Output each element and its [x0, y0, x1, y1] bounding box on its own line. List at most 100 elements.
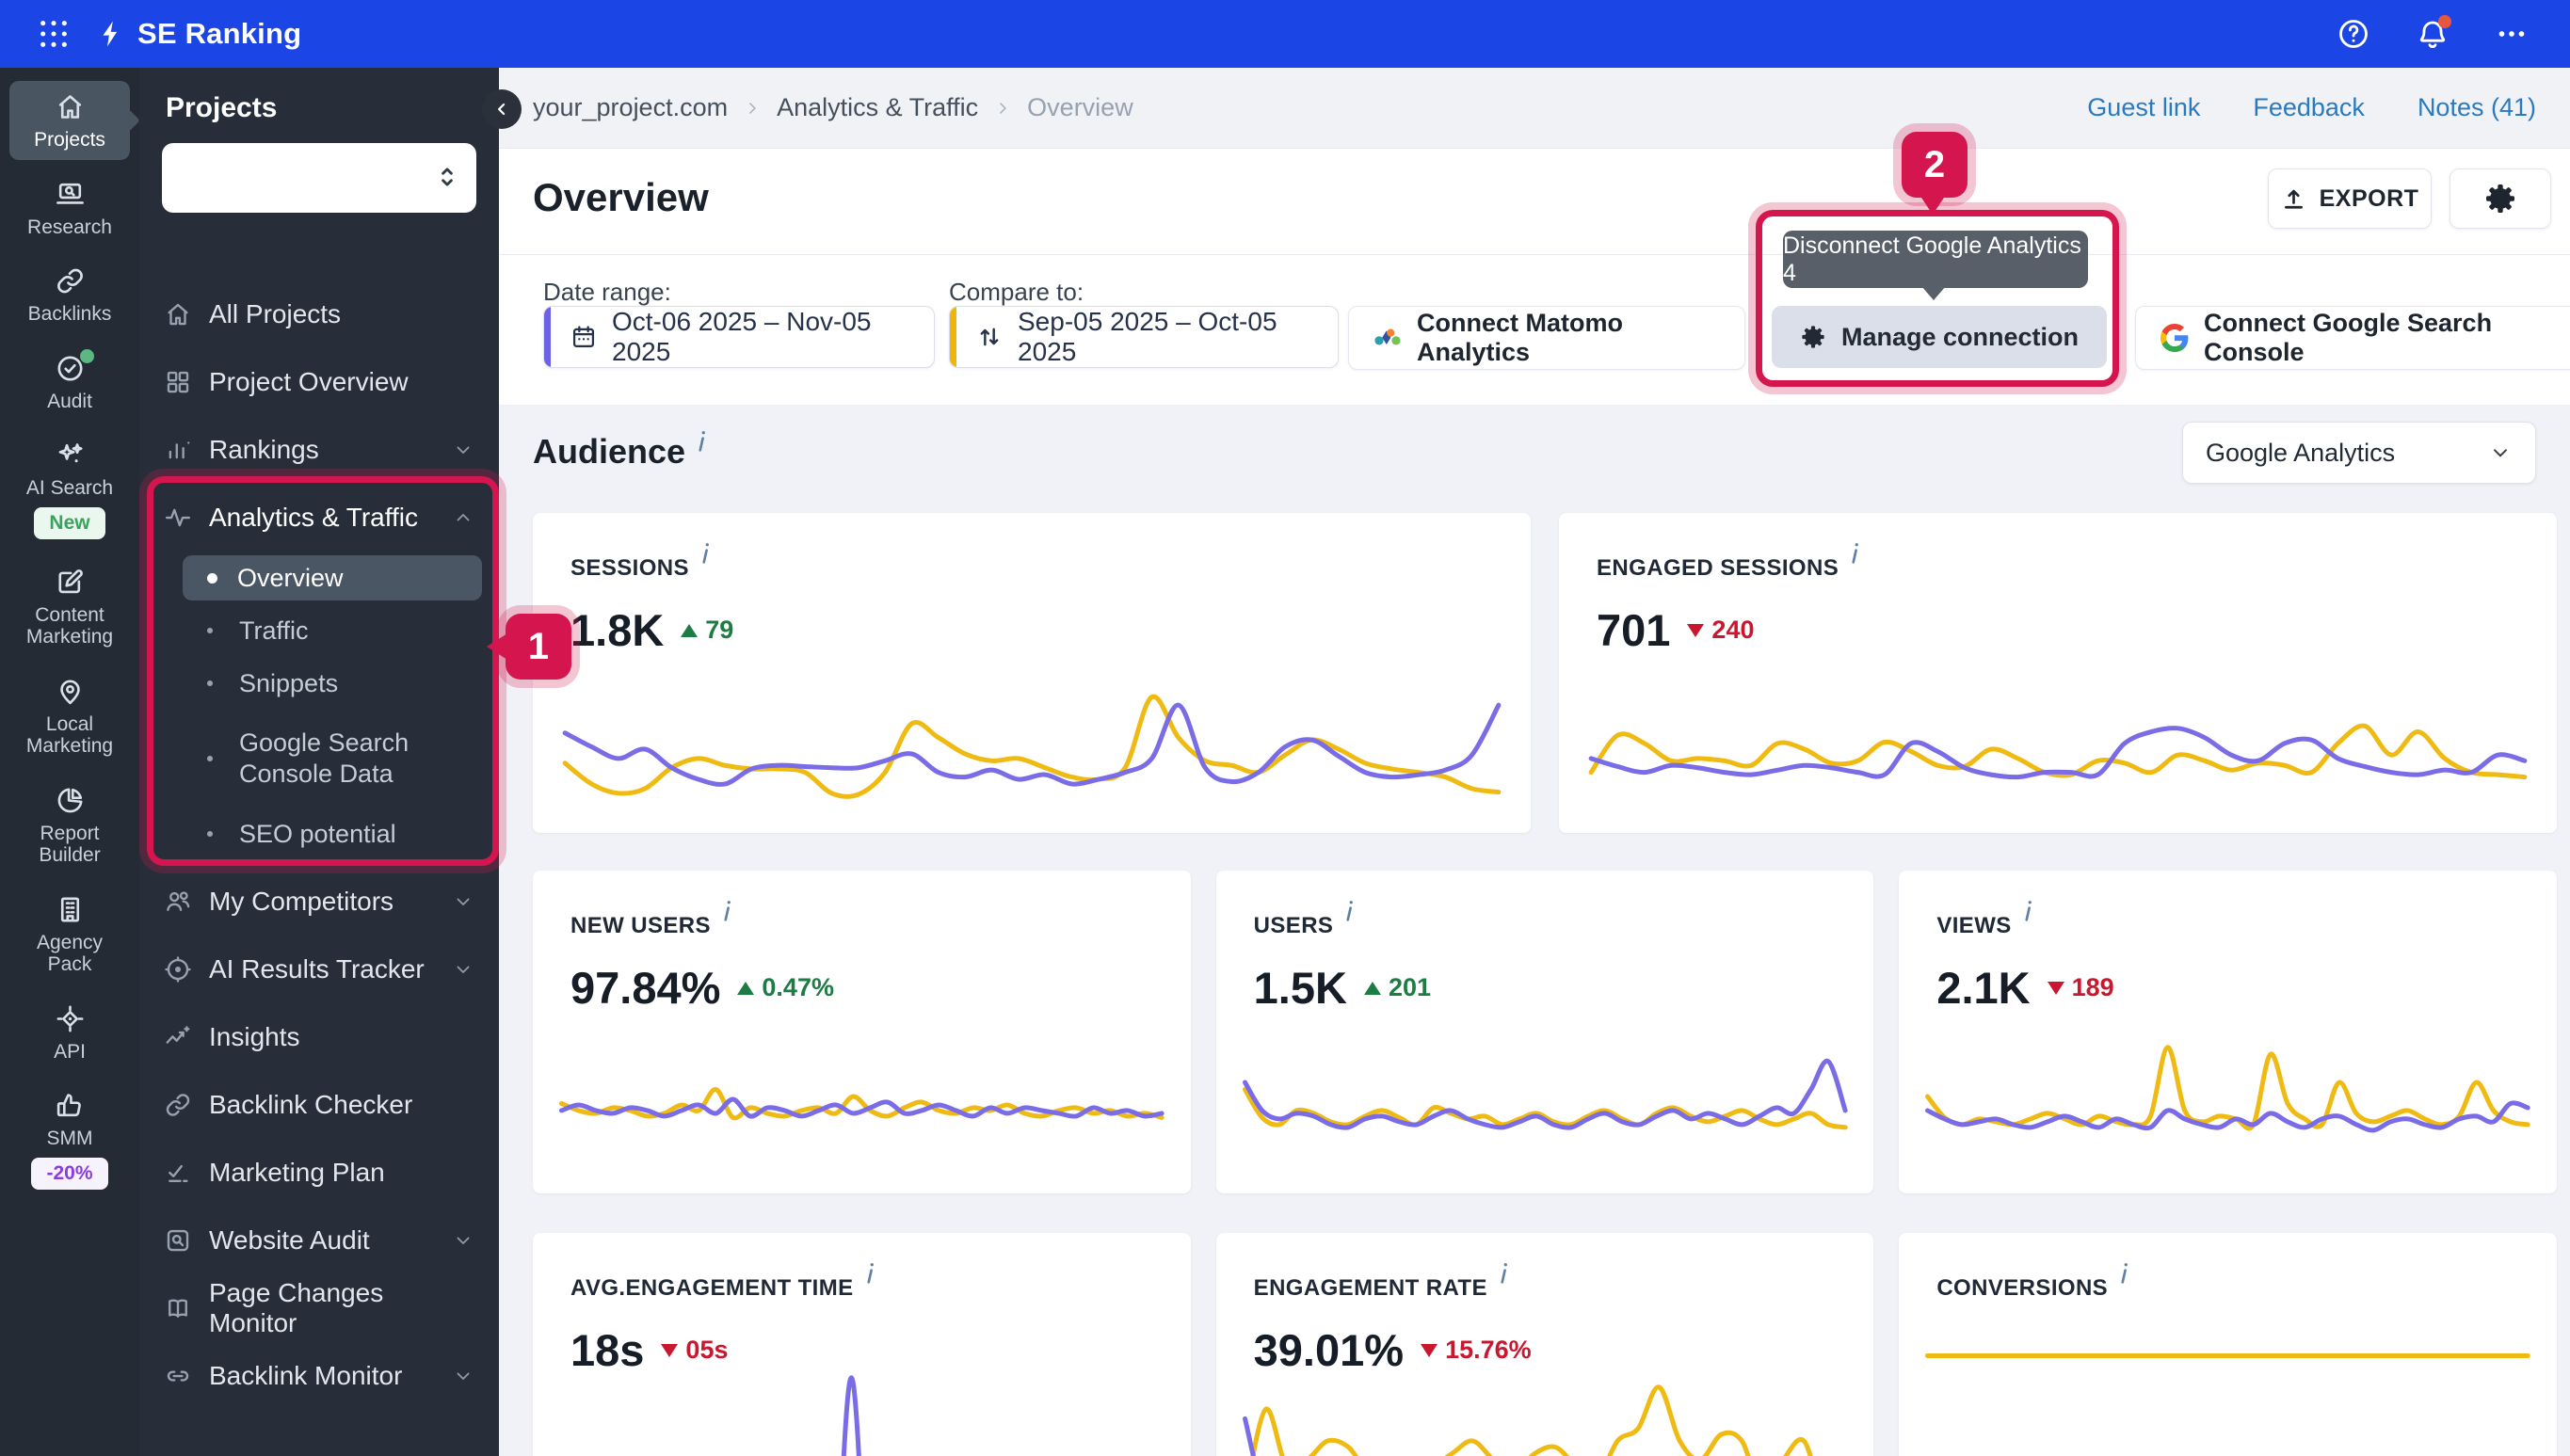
- help-icon[interactable]: [2337, 17, 2370, 51]
- notes-link[interactable]: Notes (41): [2417, 93, 2536, 122]
- rail-item-report-builder[interactable]: Report Builder: [9, 775, 130, 875]
- metric-card-engagement-rate: ENGAGEMENT RATE 39.01% 15.76%: [1215, 1233, 1874, 1456]
- manage-connection-button[interactable]: Manage connection: [1772, 306, 2107, 368]
- metrics-row-1: SESSIONS 1.8K 79 ENGAGED SESSIONS 701 24…: [533, 513, 2557, 833]
- submenu-item-seo-potential[interactable]: SEO potential: [139, 808, 499, 860]
- sidebar-item-ai-results-tracker[interactable]: AI Results Tracker: [139, 936, 499, 1003]
- rail-item-smm[interactable]: SMM -20%: [9, 1080, 130, 1198]
- metric-label: ENGAGED SESSIONS: [1597, 541, 2519, 582]
- gear-icon: [1800, 324, 1826, 350]
- metric-delta: 201: [1363, 973, 1431, 1002]
- sidebar-item-backlink-checker[interactable]: Backlink Checker: [139, 1071, 499, 1139]
- bullet-icon: [207, 831, 213, 837]
- info-icon[interactable]: [2119, 1261, 2129, 1286]
- more-menu-icon[interactable]: [2495, 17, 2529, 51]
- sidebar-collapse-button[interactable]: [482, 89, 522, 129]
- submenu-item-gsc-data[interactable]: Google Search Console Data: [139, 710, 499, 808]
- rail-item-local-marketing[interactable]: Local Marketing: [9, 665, 130, 766]
- settings-button[interactable]: [2450, 168, 2551, 229]
- rail-item-research[interactable]: Research: [9, 168, 130, 248]
- metric-card-conversions: CONVERSIONS: [1899, 1233, 2557, 1456]
- submenu-item-snippets[interactable]: Snippets: [139, 657, 499, 710]
- sidebar-item-website-audit[interactable]: Website Audit: [139, 1207, 499, 1274]
- sidebar-item-marketing-plan[interactable]: Marketing Plan: [139, 1139, 499, 1207]
- compare-value: Sep-05 2025 – Oct-05 2025: [1018, 307, 1277, 366]
- metric-card-users: USERS 1.5K 201: [1215, 871, 1874, 1193]
- upload-icon: [2281, 186, 2306, 212]
- metric-label: CONVERSIONS: [1936, 1261, 2519, 1302]
- calendar-icon: [570, 324, 597, 350]
- info-icon[interactable]: [1499, 1261, 1509, 1286]
- top-bar: SE Ranking: [0, 0, 2570, 68]
- delta-triangle-icon: [1363, 981, 1381, 995]
- notifications-bell-icon[interactable]: [2416, 15, 2451, 51]
- brand[interactable]: SE Ranking: [96, 17, 301, 51]
- info-icon[interactable]: [1850, 541, 1860, 566]
- connect-gsc-label: Connect Google Search Console: [2204, 309, 2493, 366]
- info-icon[interactable]: [865, 1261, 875, 1286]
- compare-picker[interactable]: Sep-05 2025 – Oct-05 2025: [949, 306, 1339, 368]
- project-selector[interactable]: [162, 143, 476, 213]
- metric-label: SESSIONS: [570, 541, 1493, 582]
- sidebar-item-all-projects[interactable]: All Projects: [139, 280, 499, 348]
- chevron-up-icon: [452, 506, 474, 529]
- rail-item-backlinks[interactable]: Backlinks: [9, 255, 130, 334]
- connect-gsc-button[interactable]: Connect Google Search Console: [2135, 306, 2570, 370]
- sidebar-item-analytics-traffic[interactable]: Analytics & Traffic: [139, 484, 499, 552]
- guest-link[interactable]: Guest link: [2087, 93, 2200, 122]
- info-icon[interactable]: [722, 899, 732, 923]
- rail-item-api[interactable]: API: [9, 993, 130, 1072]
- rail-item-projects[interactable]: Projects: [9, 81, 130, 160]
- rail-item-ai-search[interactable]: AI Search New: [9, 429, 130, 548]
- breadcrumb-project[interactable]: your_project.com: [533, 93, 728, 122]
- info-icon[interactable]: [1344, 899, 1355, 923]
- breadcrumb-bar: your_project.com Analytics & Traffic Ove…: [499, 68, 2570, 149]
- submenu-item-traffic[interactable]: Traffic: [139, 604, 499, 657]
- sidebar-item-label: Backlink Checker: [209, 1090, 413, 1119]
- home-icon: [164, 300, 192, 328]
- rail-label: Local Marketing: [25, 712, 114, 758]
- export-button[interactable]: EXPORT: [2268, 168, 2432, 229]
- analytics-submenu: Overview Traffic Snippets Google Search …: [139, 555, 499, 868]
- search-square-icon: [164, 1226, 192, 1255]
- info-icon[interactable]: [700, 541, 711, 566]
- info-icon[interactable]: [2023, 899, 2033, 923]
- submenu-label: SEO potential: [239, 819, 396, 848]
- book-icon: [164, 1294, 192, 1322]
- date-range-value: Oct-06 2025 – Nov-05 2025: [612, 307, 872, 366]
- date-range-picker[interactable]: Oct-06 2025 – Nov-05 2025: [543, 306, 935, 368]
- metric-card-views: VIEWS 2.1K 189: [1899, 871, 2557, 1193]
- delta-triangle-icon: [1421, 1343, 1438, 1357]
- accent-bar: [544, 307, 551, 367]
- analytics-source-select[interactable]: Google Analytics: [2182, 422, 2536, 484]
- sidebar-item-backlink-monitor[interactable]: Backlink Monitor: [139, 1342, 499, 1410]
- submenu-item-overview[interactable]: Overview: [183, 555, 482, 600]
- sidebar-item-page-changes-monitor[interactable]: Page Changes Monitor: [139, 1274, 499, 1342]
- metric-label: VIEWS: [1936, 899, 2519, 939]
- status-dot: [79, 348, 94, 363]
- sidebar-item-project-overview[interactable]: Project Overview: [139, 348, 499, 416]
- sidebar-item-rankings[interactable]: Rankings: [139, 416, 499, 484]
- date-range-label: Date range:: [543, 278, 671, 306]
- feedback-link[interactable]: Feedback: [2253, 93, 2365, 122]
- se-ranking-app: SE Ranking Projects Research Backlinks A…: [0, 0, 2570, 1456]
- sidebar-item-label: Website Audit: [209, 1225, 370, 1255]
- rail-item-content-marketing[interactable]: Content Marketing: [9, 556, 130, 657]
- sidebar-item-label: Rankings: [209, 435, 319, 464]
- users-icon: [164, 888, 192, 916]
- apps-grid-icon[interactable]: [38, 18, 70, 50]
- content-marketing-icon: [55, 567, 86, 598]
- sidebar-item-my-competitors[interactable]: My Competitors: [139, 868, 499, 936]
- info-icon[interactable]: [697, 429, 707, 454]
- breadcrumb-section[interactable]: Analytics & Traffic: [777, 93, 978, 122]
- rail-label: Report Builder: [39, 822, 101, 867]
- connect-matomo-button[interactable]: Connect Matomo Analytics: [1348, 306, 1745, 370]
- rail-item-audit[interactable]: Audit: [9, 343, 130, 422]
- metric-value: 2.1K: [1936, 963, 2031, 1013]
- discount-badge: -20%: [31, 1157, 108, 1190]
- sidebar-item-insights[interactable]: Insights: [139, 1003, 499, 1071]
- rail-item-agency-pack[interactable]: Agency Pack: [9, 884, 130, 984]
- main-content: your_project.com Analytics & Traffic Ove…: [499, 68, 2570, 1456]
- projects-icon: [55, 91, 86, 122]
- metric-delta: 0.47%: [737, 973, 834, 1002]
